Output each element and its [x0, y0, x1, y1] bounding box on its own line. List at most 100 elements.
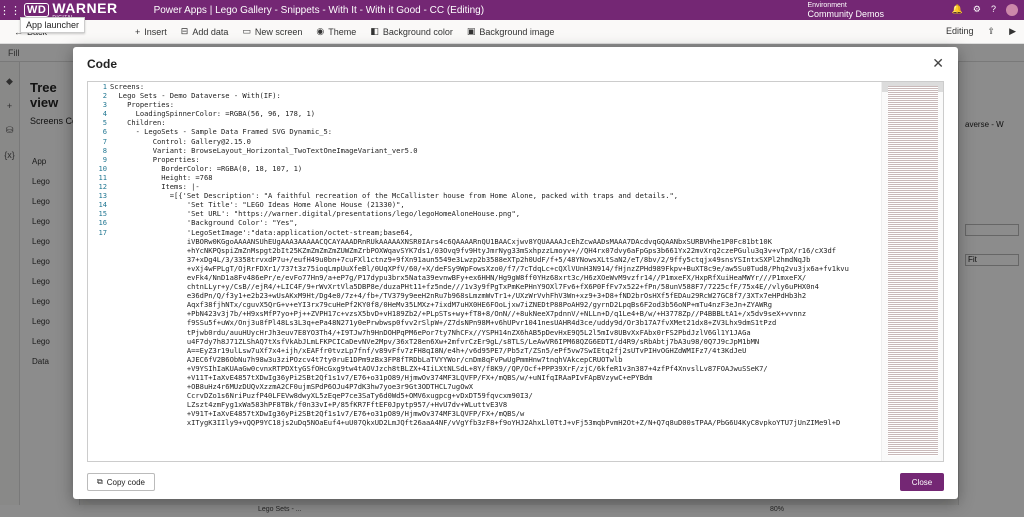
line-number	[88, 409, 110, 418]
code-line: +OB8uHz4r6MUzDUQvXzzmA2CF0ujmSPdP6OJu4P7…	[110, 382, 474, 392]
app-title: Power Apps | Lego Gallery - Snippets - W…	[153, 4, 485, 16]
close-icon[interactable]: ✕	[932, 55, 944, 72]
code-line: chtnLLyr+y/CsB//ejR4/+LIC4F/9+rWvXrtVla5…	[110, 282, 819, 292]
code-line: LZszt4zmFyg1xWa583hPF8TBk/f0n33vI+P/85fK…	[110, 400, 508, 410]
environment-name: Community Demos	[807, 9, 884, 19]
line-number: 8	[102, 145, 107, 155]
line-number: 16	[98, 218, 107, 228]
code-line: +vXj4wFPLgT/OjRrFDXr1/737t3z75ioqLmpUuXf…	[110, 263, 849, 273]
code-line: iVBORw0KGgoAAAANSUhEUgAAA3AAAAACQCAYAAAD…	[110, 236, 772, 246]
code-line: Height: =768	[110, 172, 213, 182]
line-number	[88, 400, 110, 409]
line-number: 1	[102, 82, 107, 91]
code-line: Children:	[110, 118, 166, 128]
avatar[interactable]	[1006, 4, 1018, 16]
add-data-button[interactable]: ⊟ Add data	[181, 26, 229, 37]
image-icon: ▣	[466, 26, 476, 36]
database-icon: ⊟	[180, 26, 189, 36]
copy-icon: ⧉	[97, 477, 103, 486]
line-number: 10	[98, 163, 107, 173]
line-number	[88, 328, 110, 337]
theme-button[interactable]: ◉ Theme	[316, 26, 356, 37]
code-minimap[interactable]	[881, 82, 943, 461]
line-number: 13	[98, 191, 107, 201]
close-button[interactable]: Close	[900, 473, 944, 491]
line-number	[88, 264, 110, 273]
logo-text: WARNER	[52, 0, 118, 16]
line-number	[88, 346, 110, 355]
close-button-label: Close	[911, 477, 933, 487]
code-line: 'Background Color': "Yes",	[110, 218, 298, 228]
code-line: 37+xDg4L/3/3358trvxdP7u+/eufH49u0bn+7cuF…	[110, 254, 811, 264]
line-number: 5	[102, 118, 107, 128]
code-line: Screens:	[110, 82, 145, 91]
code-line: LoadingSpinnerColor: =RGBA(56, 96, 178, …	[110, 109, 315, 119]
background-image-button[interactable]: ▣ Background image	[467, 26, 555, 37]
code-text[interactable]: Screens: Lego Sets - Demo Dataverse - Wi…	[110, 82, 883, 461]
code-line: - LegoSets - Sample Data Framed SVG Dyna…	[110, 127, 333, 137]
line-number: 6	[102, 127, 107, 137]
environment-picker[interactable]: Environment Community Demos	[807, 1, 884, 19]
code-line: +hYcNKPQspiZmZnMspgt2bIt25KZmZmZmZmZUWZm…	[110, 245, 837, 255]
app-launcher-tooltip: App launcher	[20, 17, 86, 33]
line-number	[88, 318, 110, 327]
code-line: 'Set URL': "https://warner.digital/prese…	[110, 209, 520, 219]
code-line: +V9YSIhIaKUAaGw0cvnxRTPDXtyGSfOHcGxg9tw4…	[110, 363, 768, 373]
code-line: Properties:	[110, 100, 175, 110]
help-icon[interactable]: ?	[991, 4, 996, 16]
copy-code-button[interactable]: ⧉ Copy code	[87, 473, 155, 491]
code-line: f9SSu5f+uWx/Onj3u8fPl48Ls3L3q+ePa48N271y…	[110, 318, 777, 328]
line-number	[88, 300, 110, 309]
command-bar: ←Back +Insert ⊟Add data ▭New screen ◉The…	[0, 20, 1024, 44]
code-line: Aqxf38fjhNTx/cguvX5QrG+v+eYI3rx79cuHePf2…	[110, 300, 772, 310]
background-color-button[interactable]: ◧ Background color	[370, 26, 453, 37]
line-number: 2	[102, 91, 107, 101]
code-line: Properties:	[110, 154, 200, 164]
line-number: 7	[102, 136, 107, 146]
code-line: Items: |-	[110, 182, 200, 192]
app-header: ⋮⋮ WD WARNER DIGITAL Power Apps | Lego G…	[0, 0, 1024, 20]
gear-icon[interactable]: ⚙	[973, 4, 981, 16]
waffle-icon[interactable]: ⋮⋮	[0, 0, 21, 20]
code-line: Lego Sets - Demo Dataverse - With(IF):	[110, 91, 281, 101]
line-number: 4	[102, 109, 107, 119]
code-dialog: Code ✕ 1 2 3 4 5 6 7 8 9 10 11 12 13 14 15 16 17 Screens…	[73, 47, 958, 499]
copy-code-label: Copy code	[106, 477, 145, 487]
line-number: 17	[98, 227, 107, 237]
share-icon[interactable]: ⇪	[988, 26, 996, 37]
line-number: 9	[102, 154, 107, 164]
minimap-content	[888, 86, 938, 456]
code-line: 'Set Title': "LEGO Ideas Home Alone Hous…	[110, 200, 405, 210]
line-number	[88, 382, 110, 391]
line-number	[88, 309, 110, 318]
palette-icon: ◉	[316, 26, 325, 36]
dialog-title: Code	[87, 57, 117, 71]
line-number: 11	[98, 172, 107, 182]
code-line: e36dPn/Q/f3y1+e2b23+wUsAKxM9Ht/Dg4e0/7z+…	[110, 291, 807, 301]
code-line: +PbN423v3j7b/+H9xsMfP7yo+Pj++ZVPH17c+vzs…	[110, 309, 807, 319]
code-line: Control: Gallery@2.15.0	[110, 136, 251, 146]
code-line: +V11T+IaXvE4857tXDwIg36yPi2SBt2Qf1s1v7/E…	[110, 373, 653, 382]
line-number: 15	[98, 209, 107, 219]
header-icons: 🔔 ⚙ ?	[952, 4, 1018, 16]
new-screen-button[interactable]: ▭ New screen	[242, 26, 302, 37]
line-number	[88, 246, 110, 255]
code-line: u4F7dy7h8J71ZLShAQ7tXsfVkAbJLmLFKPCICaDe…	[110, 336, 760, 346]
code-line: A==EyZ3r19ulLsw7uXf7x4+ijh/xEAFfr0tvzLp7…	[110, 345, 747, 355]
code-line: BorderColor: =RGBA(0, 18, 107, 1)	[110, 163, 303, 173]
code-line: tPjwb0rdu/auuHUycHrJh3euv7E8YO3Th4/+I9TJ…	[110, 327, 751, 337]
line-number	[88, 337, 110, 346]
line-number	[88, 418, 110, 427]
code-line: CcrvDZo1s6NriPuzfP40LFEVw8dwyXL5zEqeP7ce…	[110, 391, 533, 401]
editing-toggle[interactable]: Editing	[946, 26, 974, 37]
line-number: 12	[98, 182, 107, 192]
line-number	[88, 237, 110, 246]
code-line: Variant: BrowseLayout_Horizontal_TwoText…	[110, 145, 418, 155]
code-line: +V91T+IaXvE4857tXDwIg36yPi2SBt2Qf1s1v7/E…	[110, 409, 525, 419]
insert-button[interactable]: + Insert	[135, 27, 167, 37]
bell-icon[interactable]: 🔔	[952, 4, 963, 16]
code-editor[interactable]: 1 2 3 4 5 6 7 8 9 10 11 12 13 14 15 16 17 Screens: Lego …	[87, 81, 944, 462]
line-number	[88, 291, 110, 300]
play-icon[interactable]: ▶	[1009, 26, 1016, 37]
line-number: 3	[102, 100, 107, 110]
